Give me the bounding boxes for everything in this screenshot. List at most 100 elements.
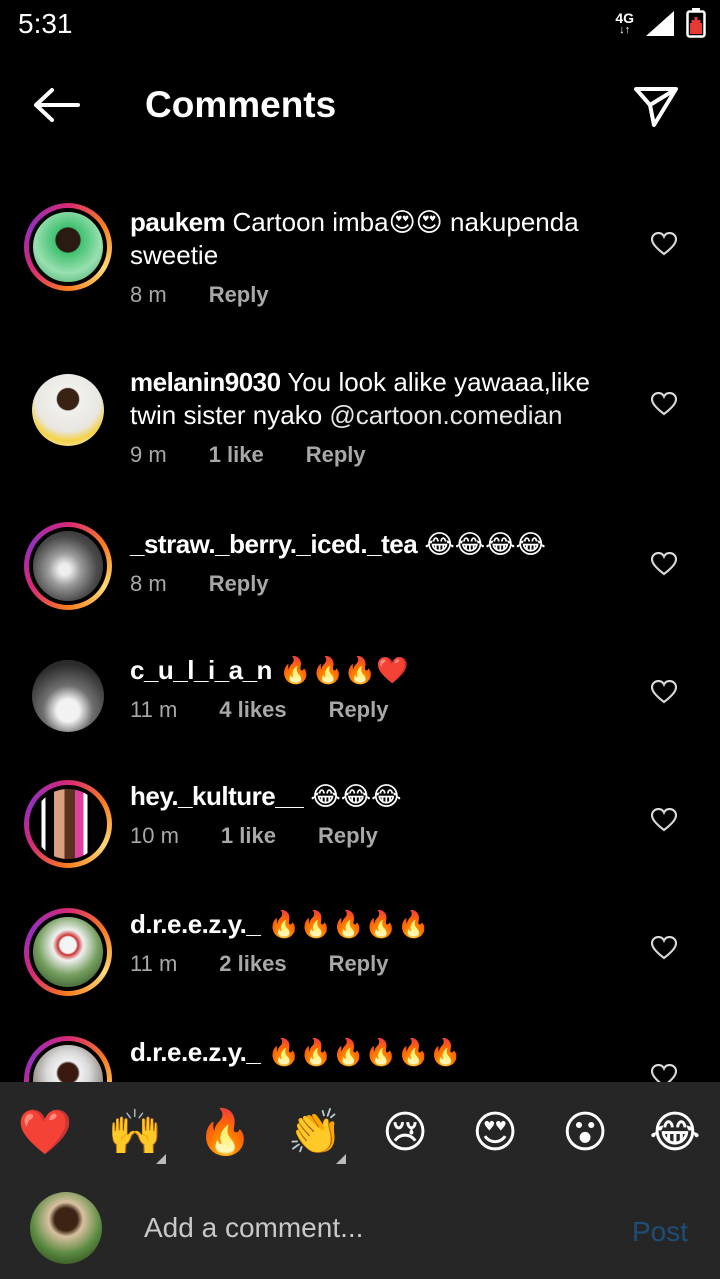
- like-button[interactable]: [648, 806, 680, 834]
- comment-time: 11 m: [130, 951, 178, 976]
- comment-username[interactable]: hey._kulture__: [130, 781, 304, 811]
- like-button[interactable]: [648, 230, 680, 258]
- comment-body: d.r.e.e.z.y._ 🔥🔥🔥🔥🔥 11 m 2 likes Reply: [130, 908, 630, 977]
- like-button[interactable]: [648, 934, 680, 962]
- back-button[interactable]: [30, 82, 82, 128]
- reaction-laughing[interactable]: 😂: [630, 1082, 720, 1182]
- network-arrows: ↓↑: [619, 23, 631, 36]
- comment-time: 8 m: [130, 571, 167, 596]
- like-button[interactable]: [648, 678, 680, 706]
- story-ring[interactable]: [24, 203, 112, 291]
- reaction-clap[interactable]: 👏: [270, 1082, 360, 1182]
- story-ring[interactable]: [24, 522, 112, 610]
- avatar: [29, 208, 107, 286]
- status-bar: 5:31 4G ↓↑: [0, 0, 720, 52]
- reaction-crying[interactable]: 😢: [360, 1082, 450, 1182]
- comment-text: _straw._berry._iced._tea 😂😂😂😂: [130, 528, 630, 561]
- comment-username[interactable]: c_u_l_i_a_n: [130, 655, 272, 685]
- signal-icon: [646, 11, 674, 36]
- heart-icon: [651, 936, 677, 960]
- comment-username[interactable]: melanin9030: [130, 367, 281, 397]
- comment-username[interactable]: d.r.e.e.z.y._: [130, 1037, 261, 1067]
- comment-text: d.r.e.e.z.y._ 🔥🔥🔥🔥🔥🔥: [130, 1036, 630, 1069]
- comment-meta: 8 m Reply: [130, 282, 630, 308]
- heart-icon: [651, 808, 677, 832]
- comment-item: d.r.e.e.z.y._ 🔥🔥🔥🔥🔥🔥: [0, 1034, 720, 1082]
- likes-count[interactable]: 1 like: [221, 823, 276, 849]
- status-icons: 4G ↓↑: [615, 8, 706, 38]
- comment-composer: Add a comment... Post: [0, 1182, 720, 1279]
- comment-meta: 11 m 2 likes Reply: [130, 951, 630, 977]
- likes-count[interactable]: 2 likes: [219, 951, 286, 977]
- story-ring[interactable]: [24, 1036, 112, 1082]
- likes-count[interactable]: 1 like: [209, 442, 264, 468]
- heart-icon: [651, 680, 677, 704]
- reaction-clap-emoji: 👏: [287, 1107, 343, 1158]
- comment-content: 😂😂😂: [303, 781, 402, 811]
- post-button[interactable]: Post: [632, 1216, 688, 1248]
- reaction-raised-hands-emoji: 🙌: [107, 1107, 163, 1158]
- comment-username[interactable]: d.r.e.e.z.y._: [130, 909, 261, 939]
- comment-meta: 8 m Reply: [130, 571, 630, 597]
- comment-body: paukem Cartoon imba😍😍 nakupenda sweetie …: [130, 206, 630, 308]
- reaction-heart-eyes[interactable]: 😍: [450, 1082, 540, 1182]
- comment-time: 11 m: [130, 697, 178, 722]
- comment-body: melanin9030 You look alike yawaaa,like t…: [130, 366, 630, 468]
- network-label: 4G: [615, 9, 634, 26]
- reply-button[interactable]: Reply: [329, 697, 389, 723]
- mention-link[interactable]: @cartoon.comedian: [329, 400, 562, 430]
- skin-tone-indicator: [156, 1154, 166, 1164]
- comment-text: melanin9030 You look alike yawaaa,like t…: [130, 366, 630, 432]
- like-button[interactable]: [648, 550, 680, 578]
- quick-reaction-bar: ❤️ 🙌 🔥 👏 😢 😍 😮 😂: [0, 1082, 720, 1182]
- avatar: [32, 660, 104, 732]
- story-ring[interactable]: [24, 908, 112, 996]
- comment-time: 8 m: [130, 282, 167, 307]
- comment-content: 🔥🔥🔥🔥🔥: [260, 909, 430, 939]
- avatar-container[interactable]: [24, 366, 112, 454]
- heart-icon: [651, 392, 677, 416]
- comment-time: 10 m: [130, 823, 179, 848]
- reply-button[interactable]: Reply: [329, 951, 389, 977]
- reaction-surprised[interactable]: 😮: [540, 1082, 630, 1182]
- avatar: [32, 374, 104, 446]
- header: Comments: [0, 64, 720, 144]
- status-time: 5:31: [18, 8, 73, 39]
- comment-meta: 9 m 1 like Reply: [130, 442, 630, 468]
- heart-icon: [651, 552, 677, 576]
- heart-icon: [651, 232, 677, 256]
- comment-content: 😂😂😂😂: [417, 529, 546, 559]
- battery-icon: [686, 8, 706, 38]
- reaction-heart[interactable]: ❤️: [0, 1082, 90, 1182]
- comment-username[interactable]: paukem: [130, 207, 226, 237]
- comment-body: _straw._berry._iced._tea 😂😂😂😂 8 m Reply: [130, 528, 630, 597]
- skin-tone-indicator: [336, 1154, 346, 1164]
- comment-meta: 10 m 1 like Reply: [130, 823, 630, 849]
- comment-text: d.r.e.e.z.y._ 🔥🔥🔥🔥🔥: [130, 908, 630, 941]
- comment-input[interactable]: Add a comment...: [144, 1212, 564, 1244]
- comment-username[interactable]: _straw._berry._iced._tea: [130, 529, 418, 559]
- likes-count[interactable]: 4 likes: [219, 697, 286, 723]
- story-ring[interactable]: [24, 780, 112, 868]
- reply-button[interactable]: Reply: [306, 442, 366, 468]
- my-avatar: [30, 1192, 102, 1264]
- like-button[interactable]: [648, 1062, 680, 1082]
- comment-body: d.r.e.e.z.y._ 🔥🔥🔥🔥🔥🔥: [130, 1036, 630, 1069]
- reply-button[interactable]: Reply: [318, 823, 378, 849]
- reaction-fire[interactable]: 🔥: [180, 1082, 270, 1182]
- heart-icon: [651, 1064, 677, 1082]
- network-indicator: 4G ↓↑: [615, 11, 634, 36]
- comment-content: 🔥🔥🔥🔥🔥🔥: [260, 1037, 462, 1067]
- like-button[interactable]: [648, 390, 680, 418]
- share-button[interactable]: [630, 80, 682, 132]
- reaction-raised-hands[interactable]: 🙌: [90, 1082, 180, 1182]
- reply-button[interactable]: Reply: [209, 571, 269, 597]
- reply-button[interactable]: Reply: [209, 282, 269, 308]
- my-avatar-container: [28, 1190, 104, 1266]
- comment-time: 9 m: [130, 442, 167, 467]
- avatar: [29, 913, 107, 991]
- avatar-container[interactable]: [24, 652, 112, 740]
- comment-text: c_u_l_i_a_n 🔥🔥🔥❤️: [130, 654, 630, 687]
- comment-body: c_u_l_i_a_n 🔥🔥🔥❤️ 11 m 4 likes Reply: [130, 654, 630, 723]
- comment-meta: 11 m 4 likes Reply: [130, 697, 630, 723]
